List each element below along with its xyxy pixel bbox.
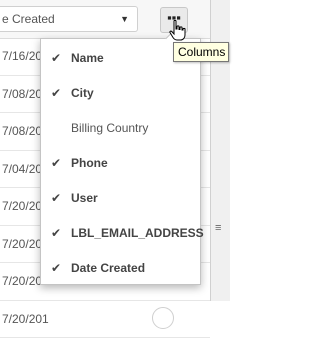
column-toggle-item[interactable]: ✔Date Created: [41, 251, 200, 286]
columns-tooltip: Columns: [173, 42, 229, 62]
table-row[interactable]: 7/20/201: [0, 301, 210, 338]
checkmark-icon: ✔: [51, 216, 65, 251]
checkmark-icon: ✔: [51, 251, 65, 286]
row-action-icon[interactable]: [152, 307, 174, 329]
column-toggle-item[interactable]: ✔User: [41, 181, 200, 216]
checkmark-icon: ✔: [51, 41, 65, 76]
column-toggle-label: Name: [71, 41, 104, 76]
column-toggle-item[interactable]: ✔Phone: [41, 146, 200, 181]
column-toggle-label: Billing Country: [71, 111, 148, 146]
columns-menu: ✔Name✔CityBilling Country✔Phone✔User✔LBL…: [40, 38, 201, 285]
checkmark-icon: ✔: [51, 146, 65, 181]
sort-by-value: e Created: [2, 7, 55, 31]
sort-by-select[interactable]: e Created ▼: [0, 6, 138, 32]
column-toggle-item[interactable]: ✔LBL_EMAIL_ADDRESS: [41, 216, 200, 251]
column-toggle-label: Phone: [71, 146, 108, 181]
menu-lines-icon[interactable]: ≡: [215, 222, 221, 234]
column-toggle-item[interactable]: Billing Country: [41, 111, 200, 146]
row-date: 7/20/201: [2, 312, 49, 326]
column-toggle-label: Date Created: [71, 251, 145, 286]
columns-menu-list: ✔Name✔CityBilling Country✔Phone✔User✔LBL…: [41, 41, 200, 286]
checkmark-icon: ✔: [51, 76, 65, 111]
hand-cursor-icon: [169, 20, 186, 41]
column-toggle-label: User: [71, 181, 98, 216]
tooltip-text: Columns: [178, 45, 225, 59]
checkmark-icon: ✔: [51, 181, 65, 216]
list-toolbar: e Created ▼ ▪▪▪: [0, 0, 230, 39]
chevron-down-icon: ▼: [120, 7, 129, 31]
column-toggle-item[interactable]: ✔ City: [41, 76, 200, 111]
column-toggle-label: LBL_EMAIL_ADDRESS: [71, 216, 204, 251]
column-toggle-label: City: [71, 76, 94, 111]
